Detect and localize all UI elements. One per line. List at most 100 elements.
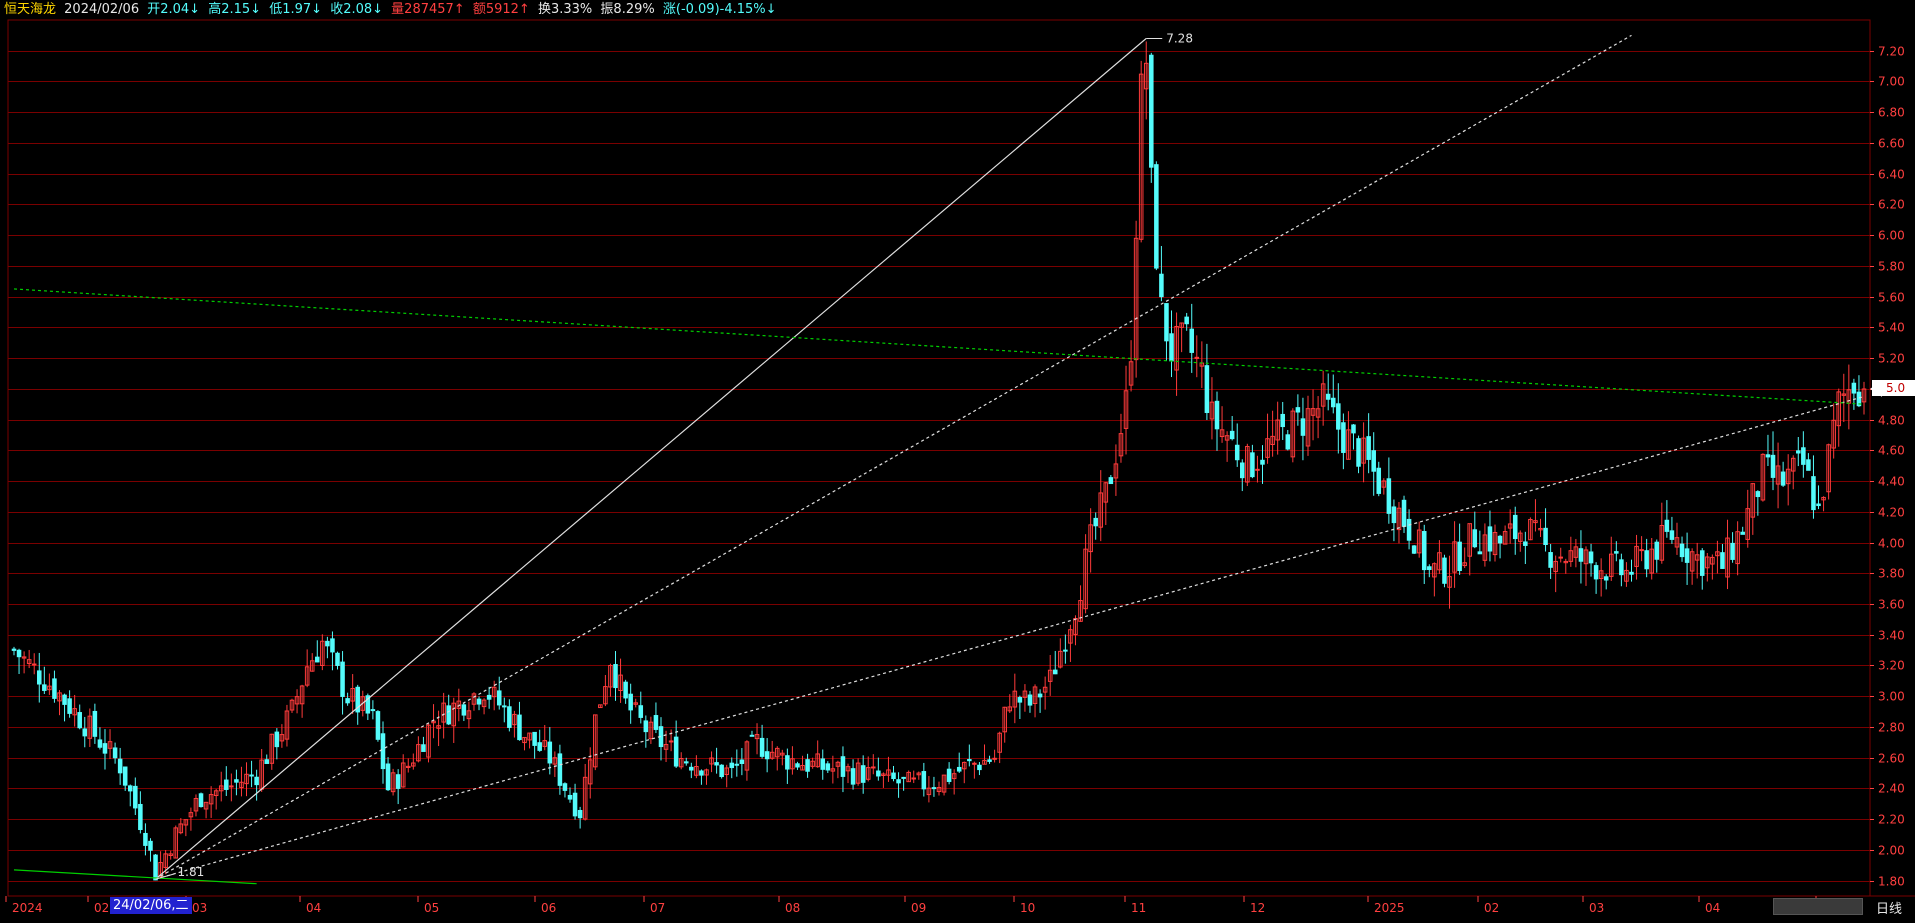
candle-body — [224, 779, 229, 790]
candle-body — [1371, 450, 1376, 472]
x-tick-label: 03 — [1589, 901, 1604, 915]
candle-body — [1204, 365, 1210, 414]
candle-body — [138, 803, 143, 831]
candle-body — [749, 734, 755, 737]
candle-body — [1356, 438, 1361, 467]
candle-body — [1801, 447, 1806, 465]
candle-body — [557, 753, 563, 786]
kline-chart-svg[interactable]: 7.20 7.00 6.80 6.60 6.40 6.20 6.00 5.80 5.60 5.40… — [0, 0, 1915, 919]
candle-body — [52, 678, 57, 699]
candle-body — [1806, 459, 1811, 471]
candle-body — [1169, 333, 1174, 362]
y-tick-label: 3.20 — [1878, 659, 1905, 673]
candle-body — [1578, 548, 1584, 562]
candle-body — [1644, 550, 1649, 570]
trendline — [155, 37, 1147, 880]
candle-body — [1816, 503, 1821, 507]
candle-body — [446, 705, 451, 725]
candle-body — [1300, 418, 1306, 436]
y-tick-label: 2.00 — [1878, 844, 1905, 858]
candle-body — [77, 712, 82, 729]
trendline — [13, 288, 1865, 405]
candle-body — [1052, 669, 1058, 675]
candle-body — [668, 740, 674, 743]
candle-body — [623, 681, 628, 699]
y-tick-label: 5.20 — [1878, 352, 1905, 366]
candle-body — [486, 694, 492, 700]
candle-body — [1406, 518, 1412, 541]
candle-body — [795, 763, 800, 768]
candle-body — [532, 731, 537, 746]
kline-chart[interactable]: 7.20 7.00 6.80 6.60 6.40 6.20 6.00 5.80 5.60 5.40… — [0, 0, 1915, 919]
candle-body — [805, 759, 810, 772]
candle-body — [1376, 467, 1382, 494]
candle-body — [825, 763, 831, 771]
candle-body — [335, 652, 340, 666]
candle-body — [198, 793, 204, 808]
candle-body — [385, 763, 391, 791]
horizontal-scrollbar[interactable] — [1773, 898, 1863, 915]
trendline — [155, 395, 1865, 880]
candle-body — [1780, 471, 1786, 486]
candle-body — [1184, 316, 1189, 325]
candle-body — [820, 758, 826, 770]
candle-body — [572, 792, 578, 817]
candle-body — [567, 794, 573, 800]
candle-body — [891, 772, 896, 780]
candle-body — [1619, 559, 1624, 576]
y-tick-label: 6.20 — [1878, 198, 1905, 212]
y-tick-label: 2.20 — [1878, 813, 1905, 827]
candle-body — [638, 705, 644, 718]
x-tick-label: 12 — [1250, 901, 1265, 915]
y-tick-label: 6.40 — [1878, 168, 1905, 182]
candle-body — [1366, 436, 1371, 460]
candle-body — [229, 785, 234, 788]
candle-body — [1108, 477, 1114, 485]
x-tick-label: 2025 — [1374, 901, 1405, 915]
x-tick-label: 02 — [94, 901, 109, 915]
candle-body — [1679, 543, 1685, 558]
candle-body — [1260, 459, 1265, 465]
candle-body — [1250, 452, 1255, 478]
candle-body — [1755, 491, 1761, 498]
cursor-date-tag: 24/02/06,二 — [110, 897, 192, 914]
candle-body — [946, 768, 952, 782]
candle-body — [1639, 549, 1644, 552]
candle-body — [1603, 576, 1609, 581]
candle-body — [234, 779, 239, 783]
y-tick-label: 2.80 — [1878, 721, 1905, 735]
candle-body — [901, 776, 906, 779]
candle-body — [860, 765, 866, 783]
candle-body — [11, 648, 17, 651]
x-tick-label: 2024 — [12, 901, 43, 915]
candle-body — [1295, 407, 1301, 413]
x-tick-label: 07 — [650, 901, 665, 915]
y-tick-label: 7.00 — [1878, 75, 1905, 89]
candle-body — [1629, 571, 1634, 575]
candle-body — [764, 751, 770, 760]
candle-body — [122, 766, 128, 786]
candle-body — [577, 809, 583, 819]
candle-body — [1336, 403, 1341, 430]
candle-body — [562, 783, 568, 791]
candle-body — [1851, 382, 1857, 394]
candle-body — [1497, 535, 1503, 544]
period-label[interactable]: 日线 — [1876, 898, 1902, 917]
candle-body — [148, 840, 153, 851]
candle-body — [1654, 541, 1660, 560]
y-tick-label: 3.00 — [1878, 690, 1905, 704]
candle-body — [719, 764, 724, 778]
candle-body — [1159, 273, 1164, 298]
candle-body — [1442, 557, 1447, 584]
candle-body — [1401, 499, 1407, 527]
candle-body — [254, 776, 259, 786]
candle-body — [840, 756, 846, 777]
candle-body — [340, 661, 345, 697]
candle-body — [1280, 413, 1285, 428]
candle-body — [643, 720, 649, 733]
trendline — [155, 34, 1632, 880]
candle-body — [967, 759, 972, 762]
candle-body — [689, 766, 694, 771]
candle-body — [1720, 552, 1725, 569]
candle-body — [1588, 551, 1594, 564]
